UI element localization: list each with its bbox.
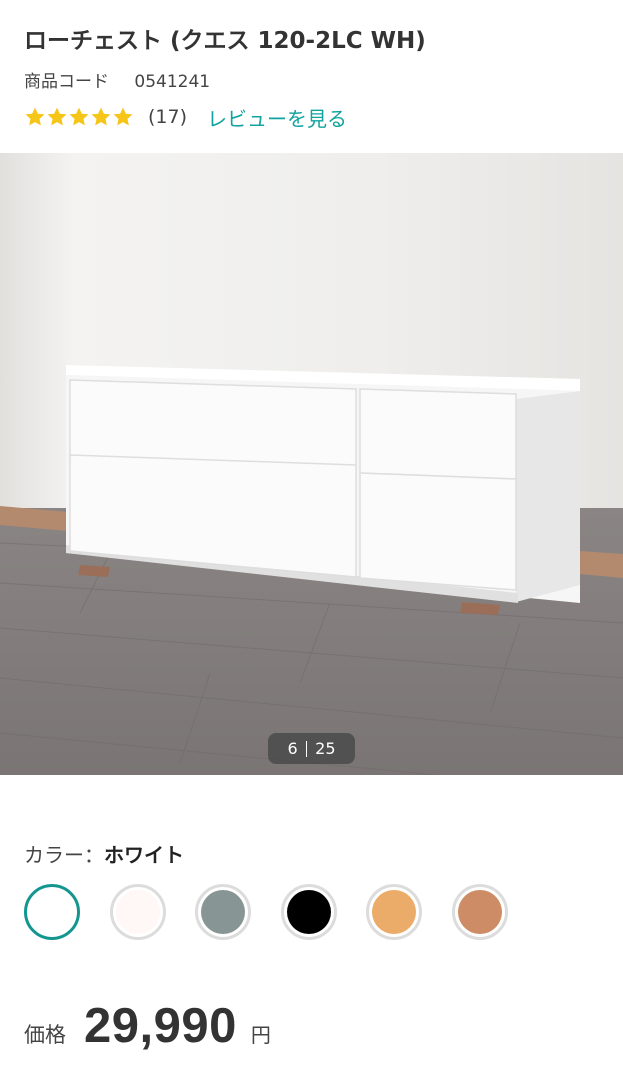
color-swatch-fill	[372, 890, 416, 934]
color-label: カラー：ホワイト	[24, 838, 184, 872]
color-swatch[interactable]	[280, 884, 337, 940]
price-row: 価格 29,990 円	[24, 998, 271, 1062]
image-counter-total: 25	[315, 739, 336, 758]
product-title: ローチェスト (クエス 120-2LC WH)	[24, 28, 426, 54]
price-unit: 円	[250, 1023, 271, 1047]
review-link[interactable]: レビューを見る	[207, 103, 347, 132]
counter-separator	[305, 740, 308, 757]
color-selector: カラー：ホワイト	[24, 838, 508, 940]
product-photo	[0, 153, 623, 775]
product-header: ローチェスト (クエス 120-2LC WH) 商品コード 0541241 (1…	[24, 22, 599, 131]
color-swatch-list	[24, 884, 524, 946]
color-swatch-fill	[115, 890, 160, 934]
color-swatch[interactable]	[24, 884, 80, 940]
image-counter: 6 25	[268, 733, 355, 764]
color-swatch[interactable]	[195, 884, 251, 940]
price-label: 価格	[24, 1023, 66, 1047]
price-value: 29,990	[84, 999, 237, 1053]
selected-color-name: ホワイト	[104, 843, 184, 867]
product-code-label: 商品コード	[24, 72, 109, 92]
star-icon	[25, 107, 45, 126]
star-icon	[69, 107, 89, 126]
star-icon	[113, 107, 133, 126]
star-icon	[91, 107, 111, 126]
star-rating	[24, 106, 134, 128]
product-code-value: 0541241	[134, 72, 211, 92]
color-swatch[interactable]	[366, 884, 422, 940]
product-code-row: 商品コード 0541241	[24, 70, 599, 94]
image-counter-current: 6	[287, 739, 298, 758]
color-label-prefix: カラー：	[24, 843, 104, 867]
color-swatch[interactable]	[451, 884, 508, 940]
color-swatch-fill	[30, 890, 74, 934]
product-image-gallery[interactable]	[0, 153, 623, 775]
star-icon	[47, 107, 67, 126]
review-count: (17)	[148, 106, 188, 128]
color-swatch-fill	[457, 890, 502, 934]
rating-row: (17) レビューを見る	[24, 103, 599, 131]
color-swatch[interactable]	[109, 884, 166, 940]
color-swatch-fill	[201, 890, 245, 934]
color-swatch-fill	[286, 890, 331, 934]
